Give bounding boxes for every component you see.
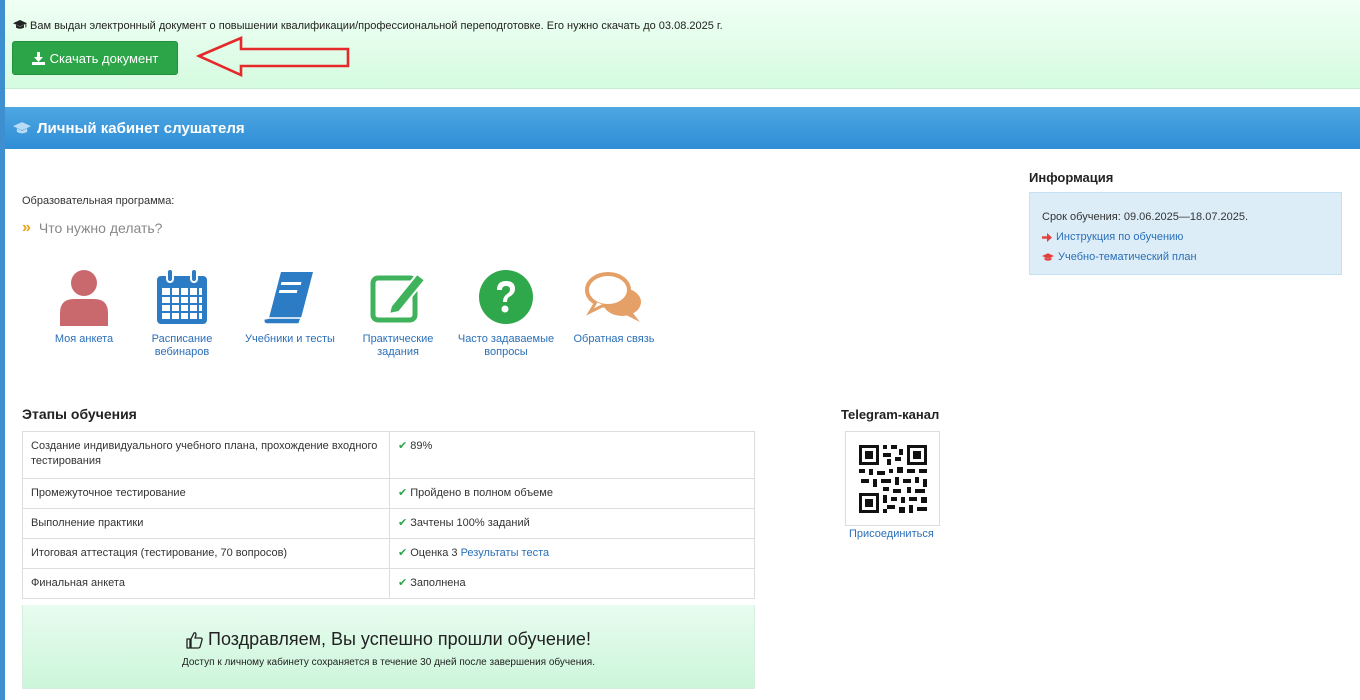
congrats-title: Поздравляем, Вы успешно прошли обучение! <box>208 629 591 649</box>
table-row: Выполнение практики ✔ Зачтены 100% задани… <box>22 508 755 539</box>
textbooks-tests-action[interactable]: Учебники и тесты <box>236 268 344 359</box>
table-row: Итоговая аттестация (тестирование, 70 во… <box>22 538 755 569</box>
stage-status: ✔ Заполнена <box>389 568 755 599</box>
instruction-link[interactable]: Инструкция по обучению <box>1042 227 1329 247</box>
notice-text: Вам выдан электронный документ о повышен… <box>30 20 723 32</box>
double-chevron-icon: » <box>22 219 31 236</box>
graduation-cap-icon <box>13 20 27 29</box>
my-profile-action[interactable]: Моя анкета <box>40 268 128 359</box>
left-accent-bar <box>0 0 5 700</box>
action-label: Часто задаваемые вопросы <box>457 333 555 358</box>
table-row: Промежуточное тестирование ✔ Пройдено в п… <box>22 478 755 509</box>
telegram-title: Telegram-канал <box>841 407 940 422</box>
red-arrow-annotation <box>195 36 350 77</box>
book-icon <box>263 272 313 325</box>
stage-status: ✔ Зачтены 100% заданий <box>389 508 755 539</box>
check-icon: ✔ <box>398 440 408 452</box>
stage-status: ✔ 89% <box>389 431 755 479</box>
graduation-cap-icon <box>1042 252 1054 261</box>
stages-table: Создание индивидуального учебного плана,… <box>22 431 755 599</box>
study-period: Срок обучения: 09.06.2025—18.07.2025. <box>1042 211 1249 223</box>
congrats-title-line: Поздравляем, Вы успешно прошли обучение! <box>23 629 754 650</box>
stage-name: Итоговая аттестация (тестирование, 70 во… <box>22 538 390 569</box>
check-icon: ✔ <box>398 487 408 499</box>
webinar-schedule-action[interactable]: Расписание вебинаров <box>128 268 236 359</box>
user-icon <box>60 270 108 326</box>
page-title: Личный кабинет слушателя <box>37 119 245 137</box>
graduation-cap-icon <box>13 121 31 133</box>
action-label: Моя анкета <box>54 333 114 345</box>
telegram-qr-code[interactable] <box>845 431 940 526</box>
plan-link[interactable]: Учебно-тематический план <box>1042 247 1329 267</box>
arrow-right-icon <box>1042 232 1052 242</box>
cabinet-header: Личный кабинет слушателя <box>5 107 1360 149</box>
todo-label: Что нужно делать? <box>38 220 163 236</box>
qr-code-icon <box>858 444 927 513</box>
faq-action[interactable]: Часто задаваемые вопросы <box>452 268 560 359</box>
action-label: Практические задания <box>362 333 434 358</box>
action-label: Учебники и тесты <box>245 333 335 345</box>
congrats-banner: Поздравляем, Вы успешно прошли обучение!… <box>22 605 755 689</box>
stages-title: Этапы обучения <box>22 406 137 422</box>
stage-name: Промежуточное тестирование <box>22 478 390 509</box>
check-icon: ✔ <box>398 517 408 529</box>
calendar-icon <box>157 268 207 324</box>
stage-name: Выполнение практики <box>22 508 390 539</box>
info-box: Срок обучения: 09.06.2025—18.07.2025. Ин… <box>1029 192 1342 275</box>
notice-text-line: Вам выдан электронный документ о повышен… <box>13 20 723 32</box>
action-label: Обратная связь <box>573 333 655 345</box>
feedback-action[interactable]: Обратная связь <box>560 268 668 359</box>
table-row: Финальная анкета ✔ Заполнена <box>22 568 755 599</box>
check-icon: ✔ <box>398 577 408 589</box>
document-notice: Вам выдан электронный документ о повышен… <box>5 0 1360 89</box>
action-label: Расписание вебинаров <box>151 333 213 358</box>
stage-status: ✔ Пройдено в полном объеме <box>389 478 755 509</box>
stage-name: Финальная анкета <box>22 568 390 599</box>
download-document-button[interactable]: Скачать документ <box>12 41 178 75</box>
check-icon: ✔ <box>398 547 408 559</box>
stage-name: Создание индивидуального учебного плана,… <box>22 431 390 479</box>
congrats-subtitle: Доступ к личному кабинету сохраняется в … <box>181 657 595 668</box>
download-icon <box>31 51 45 65</box>
question-icon <box>479 270 533 324</box>
download-label: Скачать документ <box>49 50 159 66</box>
edit-icon <box>370 272 427 323</box>
test-results-link[interactable]: Результаты теста <box>461 547 550 559</box>
quick-actions: Моя анкета Расписание вебинаров Учебники … <box>40 268 668 359</box>
table-row: Создание индивидуального учебного плана,… <box>22 431 755 479</box>
practical-tasks-action[interactable]: Практические задания <box>344 268 452 359</box>
todo-link[interactable]: » Что нужно делать? <box>22 219 162 237</box>
chat-icon <box>585 272 641 322</box>
program-label: Образовательная программа: <box>22 195 175 207</box>
info-title: Информация <box>1029 170 1114 185</box>
stage-status: ✔ Оценка 3 Результаты теста <box>389 538 755 569</box>
thumbs-up-icon <box>186 631 203 649</box>
telegram-join-link[interactable]: Присоединиться <box>849 528 934 540</box>
